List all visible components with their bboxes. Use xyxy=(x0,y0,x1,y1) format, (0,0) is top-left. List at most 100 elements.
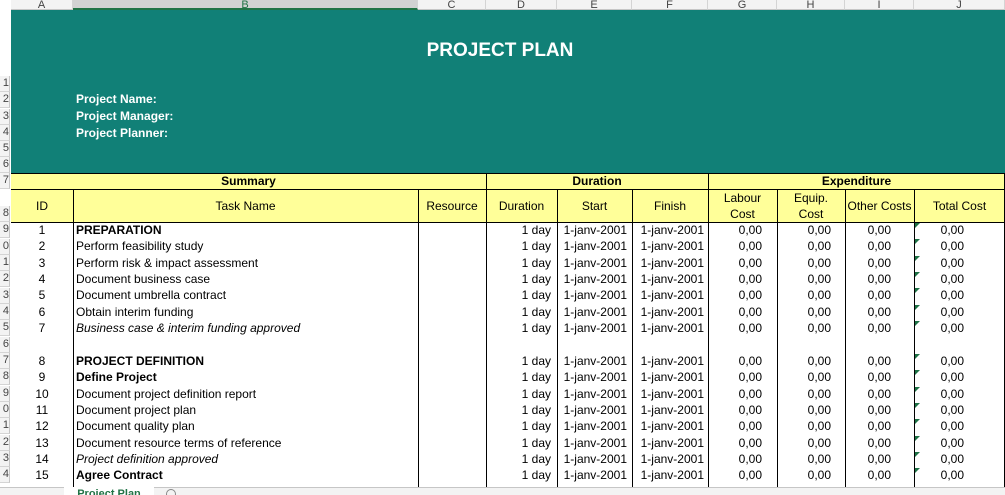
cell-equip[interactable]: 0,00 xyxy=(777,468,831,482)
row-header[interactable]: 2 xyxy=(0,271,10,287)
cell-task[interactable]: Business case & interim funding approved xyxy=(76,321,416,335)
cell-equip[interactable]: 0,00 xyxy=(777,452,831,466)
cell-task[interactable]: Agree Contract xyxy=(76,468,416,482)
cell-start[interactable]: 1-janv-2001 xyxy=(557,436,627,450)
cell-id[interactable]: 7 xyxy=(11,321,73,335)
cell-start[interactable]: 1-janv-2001 xyxy=(557,387,627,401)
add-sheet-icon[interactable] xyxy=(166,489,176,495)
cell-equip[interactable]: 0,00 xyxy=(777,223,831,237)
cell-start[interactable]: 1-janv-2001 xyxy=(557,288,627,302)
cell-id[interactable]: 10 xyxy=(11,387,73,401)
cell-start[interactable]: 1-janv-2001 xyxy=(557,256,627,270)
cell-equip[interactable]: 0,00 xyxy=(777,370,831,384)
column-header-c[interactable]: C xyxy=(418,0,486,10)
cell-other[interactable]: 0,00 xyxy=(845,288,891,302)
cell-task[interactable]: Document business case xyxy=(76,272,416,286)
cell-labour[interactable]: 0,00 xyxy=(708,387,762,401)
cell-total[interactable]: 0,00 xyxy=(914,452,964,466)
row-header[interactable]: 2 xyxy=(0,435,10,451)
cell-finish[interactable]: 1-janv-2001 xyxy=(632,452,704,466)
cell-duration[interactable]: 1 day xyxy=(486,403,551,417)
cell-start[interactable]: 1-janv-2001 xyxy=(557,354,627,368)
row-header[interactable]: 1 xyxy=(0,255,10,271)
cell-task[interactable]: Obtain interim funding xyxy=(76,305,416,319)
row-header[interactable]: 5 xyxy=(0,141,10,157)
column-header-d[interactable]: D xyxy=(486,0,557,10)
cell-duration[interactable]: 1 day xyxy=(486,436,551,450)
row-header[interactable]: 4 xyxy=(0,304,10,320)
cell-total[interactable]: 0,00 xyxy=(914,436,964,450)
cell-id[interactable]: 15 xyxy=(11,468,73,482)
cell-finish[interactable]: 1-janv-2001 xyxy=(632,321,704,335)
cell-duration[interactable]: 1 day xyxy=(486,239,551,253)
cell-total[interactable]: 0,00 xyxy=(914,387,964,401)
cell-task[interactable]: Project definition approved xyxy=(76,452,416,466)
cell-task[interactable]: Document project plan xyxy=(76,403,416,417)
cell-equip[interactable]: 0,00 xyxy=(777,387,831,401)
cell-duration[interactable]: 1 day xyxy=(486,305,551,319)
cell-task[interactable]: PREPARATION xyxy=(76,223,416,237)
cell-id[interactable]: 12 xyxy=(11,419,73,433)
cell-duration[interactable]: 1 day xyxy=(486,452,551,466)
row-header[interactable]: 4 xyxy=(0,125,10,141)
cell-id[interactable]: 11 xyxy=(11,403,73,417)
cell-duration[interactable]: 1 day xyxy=(486,370,551,384)
cell-id[interactable]: 14 xyxy=(11,452,73,466)
cell-start[interactable]: 1-janv-2001 xyxy=(557,272,627,286)
cell-finish[interactable]: 1-janv-2001 xyxy=(632,436,704,450)
cell-task[interactable]: Define Project xyxy=(76,370,416,384)
cell-equip[interactable]: 0,00 xyxy=(777,321,831,335)
cell-equip[interactable]: 0,00 xyxy=(777,354,831,368)
cell-start[interactable]: 1-janv-2001 xyxy=(557,223,627,237)
cell-other[interactable]: 0,00 xyxy=(845,387,891,401)
row-header[interactable]: 0 xyxy=(0,402,10,418)
cell-duration[interactable]: 1 day xyxy=(486,272,551,286)
cell-other[interactable]: 0,00 xyxy=(845,272,891,286)
row-header[interactable]: 1 xyxy=(0,76,10,92)
cell-total[interactable]: 0,00 xyxy=(914,468,964,482)
row-header[interactable]: 8 xyxy=(0,206,10,222)
cell-finish[interactable]: 1-janv-2001 xyxy=(632,305,704,319)
cell-labour[interactable]: 0,00 xyxy=(708,452,762,466)
cell-start[interactable]: 1-janv-2001 xyxy=(557,419,627,433)
cell-id[interactable]: 4 xyxy=(11,272,73,286)
cell-equip[interactable]: 0,00 xyxy=(777,288,831,302)
cell-labour[interactable]: 0,00 xyxy=(708,419,762,433)
row-header[interactable]: 8 xyxy=(0,369,10,385)
row-header[interactable]: 6 xyxy=(0,157,10,173)
cell-id[interactable]: 13 xyxy=(11,436,73,450)
cell-total[interactable]: 0,00 xyxy=(914,370,964,384)
cell-labour[interactable]: 0,00 xyxy=(708,436,762,450)
cell-duration[interactable]: 1 day xyxy=(486,354,551,368)
cell-finish[interactable]: 1-janv-2001 xyxy=(632,288,704,302)
cell-start[interactable]: 1-janv-2001 xyxy=(557,452,627,466)
row-header[interactable]: 7 xyxy=(0,173,10,189)
cell-labour[interactable]: 0,00 xyxy=(708,223,762,237)
cell-other[interactable]: 0,00 xyxy=(845,305,891,319)
column-header-i[interactable]: I xyxy=(845,0,914,10)
row-header[interactable]: 2 xyxy=(0,92,10,108)
column-header-f[interactable]: F xyxy=(632,0,708,10)
cell-other[interactable]: 0,00 xyxy=(845,239,891,253)
cell-other[interactable]: 0,00 xyxy=(845,223,891,237)
cell-total[interactable]: 0,00 xyxy=(914,403,964,417)
cell-start[interactable]: 1-janv-2001 xyxy=(557,370,627,384)
cell-equip[interactable]: 0,00 xyxy=(777,256,831,270)
cell-finish[interactable]: 1-janv-2001 xyxy=(632,239,704,253)
cell-other[interactable]: 0,00 xyxy=(845,370,891,384)
sheet-tab-project-plan[interactable]: Project Plan xyxy=(64,487,154,495)
row-header[interactable]: 4 xyxy=(0,467,10,483)
cell-duration[interactable]: 1 day xyxy=(486,321,551,335)
row-header[interactable]: 3 xyxy=(0,288,10,304)
cell-other[interactable]: 0,00 xyxy=(845,354,891,368)
cell-labour[interactable]: 0,00 xyxy=(708,370,762,384)
cell-finish[interactable]: 1-janv-2001 xyxy=(632,272,704,286)
cell-labour[interactable]: 0,00 xyxy=(708,321,762,335)
cell-finish[interactable]: 1-janv-2001 xyxy=(632,354,704,368)
cell-total[interactable]: 0,00 xyxy=(914,223,964,237)
cell-finish[interactable]: 1-janv-2001 xyxy=(632,387,704,401)
cell-other[interactable]: 0,00 xyxy=(845,321,891,335)
row-header[interactable]: 9 xyxy=(0,386,10,402)
row-header[interactable]: 0 xyxy=(0,239,10,255)
cell-id[interactable]: 9 xyxy=(11,370,73,384)
